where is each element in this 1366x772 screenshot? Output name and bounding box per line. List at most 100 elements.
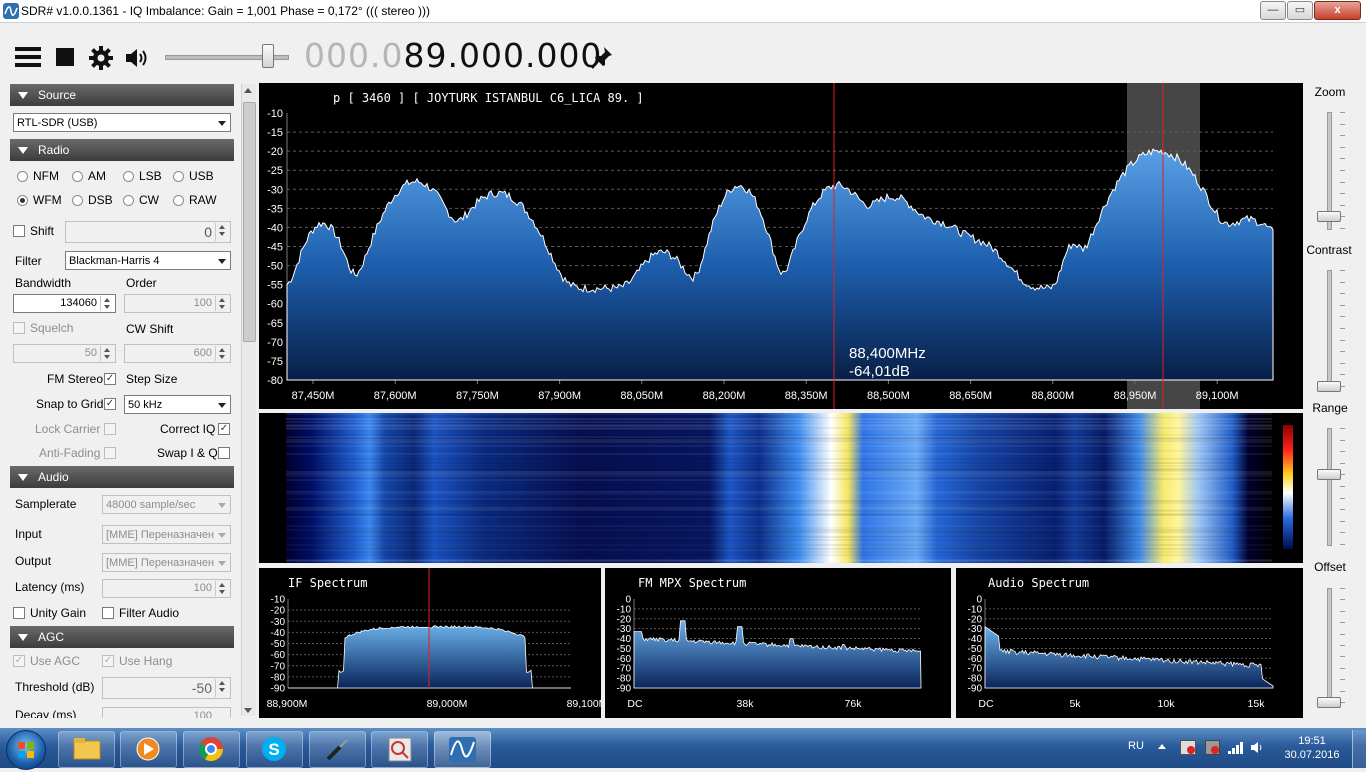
mode-radio-cw[interactable] (123, 195, 134, 206)
minimize-button[interactable]: — (1260, 1, 1286, 20)
anti-fading-checkbox[interactable] (104, 447, 116, 459)
use-hang-checkbox[interactable]: ✓ (102, 655, 114, 667)
mode-radio-wfm[interactable] (17, 195, 28, 206)
order-input[interactable]: 100 (124, 294, 231, 313)
maximize-button[interactable]: ▭ (1287, 1, 1313, 20)
spinner-icon[interactable] (215, 346, 229, 361)
threshold-input[interactable]: -50 (102, 677, 231, 699)
volume-tray-icon[interactable] (1250, 741, 1266, 754)
taskbar-media-player[interactable] (120, 731, 177, 768)
unity-gain-checkbox[interactable] (13, 607, 25, 619)
zoom-slider-thumb[interactable] (1317, 211, 1341, 223)
taskbar-utility[interactable] (371, 731, 428, 768)
device-tray-icon[interactable] (1205, 740, 1220, 755)
spinner-icon[interactable] (215, 679, 229, 697)
spinner-icon[interactable] (215, 223, 229, 241)
mode-radio-raw[interactable] (173, 195, 184, 206)
volume-slider-thumb[interactable] (262, 44, 274, 68)
spinner-icon[interactable] (100, 346, 114, 361)
scroll-down-icon[interactable] (244, 708, 252, 713)
step-size-select[interactable]: 50 kHz (124, 395, 231, 414)
language-indicator[interactable]: RU (1128, 740, 1144, 752)
show-desktop-button[interactable] (1352, 730, 1366, 768)
taskbar-tool[interactable] (309, 731, 366, 768)
audio-spectrum-plot[interactable]: 0-10-20-30-40-50-60-70-80-90DC 5k 10k 15k (956, 568, 1303, 718)
radio-section-header[interactable]: Radio (10, 139, 234, 161)
signal-tray-icon[interactable] (1228, 742, 1244, 754)
frequency-display[interactable]: 000.089.000.000 (304, 36, 602, 75)
shift-checkbox[interactable] (13, 225, 25, 237)
frequency-leading-digits[interactable]: 000.0 (304, 36, 403, 75)
contrast-slider-thumb[interactable] (1317, 381, 1341, 392)
range-slider-thumb[interactable] (1317, 469, 1341, 481)
settings-scrollbar-thumb[interactable] (243, 102, 256, 342)
y-tick-label: -20 (267, 146, 283, 158)
source-device-select[interactable]: RTL-SDR (USB) (13, 113, 231, 132)
decay-input[interactable]: 100 (102, 707, 231, 718)
menu-icon[interactable] (14, 43, 42, 71)
chevron-down-icon (218, 403, 226, 408)
offset-slider-track[interactable] (1327, 588, 1332, 704)
squelch-checkbox[interactable] (13, 322, 25, 334)
cw-shift-input[interactable]: 600 (124, 344, 231, 363)
mode-radio-nfm[interactable] (17, 171, 28, 182)
title-bar: SDR# v1.0.0.1361 - IQ Imbalance: Gain = … (0, 0, 1366, 23)
swap-iq-checkbox[interactable] (218, 447, 230, 459)
mode-radio-am[interactable] (72, 171, 83, 182)
use-agc-checkbox[interactable]: ✓ (13, 655, 25, 667)
latency-input[interactable]: 100 (102, 579, 231, 598)
filter-audio-checkbox[interactable] (102, 607, 114, 619)
spinner-icon[interactable] (215, 296, 229, 311)
audio-input-select[interactable]: [MME] Переназначен (102, 525, 231, 544)
spinner-icon[interactable] (100, 296, 114, 311)
fm-stereo-checkbox[interactable]: ✓ (104, 373, 116, 385)
taskbar-explorer[interactable] (58, 731, 115, 768)
shift-input[interactable]: 0 (65, 221, 231, 243)
taskbar-chrome[interactable] (183, 731, 240, 768)
audio-output-select[interactable]: [MME] Переназначен (102, 553, 231, 572)
samplerate-select[interactable]: 48000 sample/sec (102, 495, 231, 514)
speaker-icon[interactable] (124, 45, 152, 71)
if-spectrum-title: IF Spectrum (288, 576, 368, 590)
spinner-icon[interactable] (215, 581, 229, 596)
if-spectrum-plot[interactable]: -10-20-30-40-50-60-70-80-90 88,900M 89,000… (259, 568, 601, 718)
waterfall-plot[interactable] (259, 413, 1303, 563)
offset-slider-thumb[interactable] (1317, 697, 1341, 708)
close-button[interactable]: x (1314, 1, 1361, 20)
main-spectrum-plot[interactable]: -10 -15 -20 -25 -30 -35 -40 -45 -50 -55 -60 -65 -70 -… (259, 83, 1303, 409)
range-slider-track[interactable] (1327, 428, 1332, 546)
gear-icon[interactable] (88, 45, 114, 71)
clock-date: 30.07.2016 (1284, 749, 1340, 761)
filter-select[interactable]: Blackman-Harris 4 (65, 251, 231, 270)
scroll-up-icon[interactable] (244, 88, 252, 93)
source-section-header[interactable]: Source (10, 84, 234, 106)
agc-section-header[interactable]: AGC (10, 626, 234, 648)
correct-iq-checkbox[interactable]: ✓ (218, 423, 230, 435)
main-spectrum-panel[interactable]: -10 -15 -20 -25 -30 -35 -40 -45 -50 -55 -60 -65 -70 -… (259, 83, 1303, 409)
mpx-spectrum-plot[interactable]: 0-10-20-30-40-50-60-70-80-90DC 38k 76k (605, 568, 951, 718)
taskbar-clock[interactable]: 19:51 30.07.2016 (1277, 734, 1347, 762)
contrast-slider-track[interactable] (1327, 270, 1332, 388)
mode-radio-lsb[interactable] (123, 171, 134, 182)
mode-radio-usb[interactable] (173, 171, 184, 182)
audio-spectrum-panel[interactable]: 0 -10 -20 -30 -40 -50 -60 -70 -80 -90 DC 5k 10k 15k A… (956, 568, 1303, 718)
audio-section-header[interactable]: Audio (10, 466, 234, 488)
mpx-spectrum-panel[interactable]: 0 -10 -20 -30 -40 -50 -60 -70 -80 -90 DC 38k 76k FM … (605, 568, 951, 718)
stop-icon[interactable] (56, 48, 74, 66)
collapse-triangle-icon (18, 634, 28, 642)
slider-tick (1340, 170, 1345, 171)
tray-expand-icon[interactable] (1158, 744, 1166, 749)
lock-carrier-checkbox[interactable] (104, 423, 116, 435)
pin-icon[interactable] (590, 45, 614, 71)
squelch-input[interactable]: 50 (13, 344, 116, 363)
waterfall-panel[interactable] (259, 413, 1303, 563)
taskbar-skype[interactable]: S (246, 731, 303, 768)
bandwidth-input[interactable]: 134060 (13, 294, 116, 313)
mode-radio-dsb[interactable] (72, 195, 83, 206)
if-spectrum-panel[interactable]: -10 -20 -30 -40 -50 -60 -70 -80 -90 88,900M 89,000… (259, 568, 601, 718)
network-tray-icon[interactable] (1180, 740, 1196, 755)
taskbar-sdrsharp[interactable] (434, 731, 491, 768)
start-button[interactable] (6, 730, 46, 770)
snap-to-grid-checkbox[interactable]: ✓ (104, 398, 116, 410)
frequency-active-digits[interactable]: 89.000.000 (403, 36, 602, 75)
